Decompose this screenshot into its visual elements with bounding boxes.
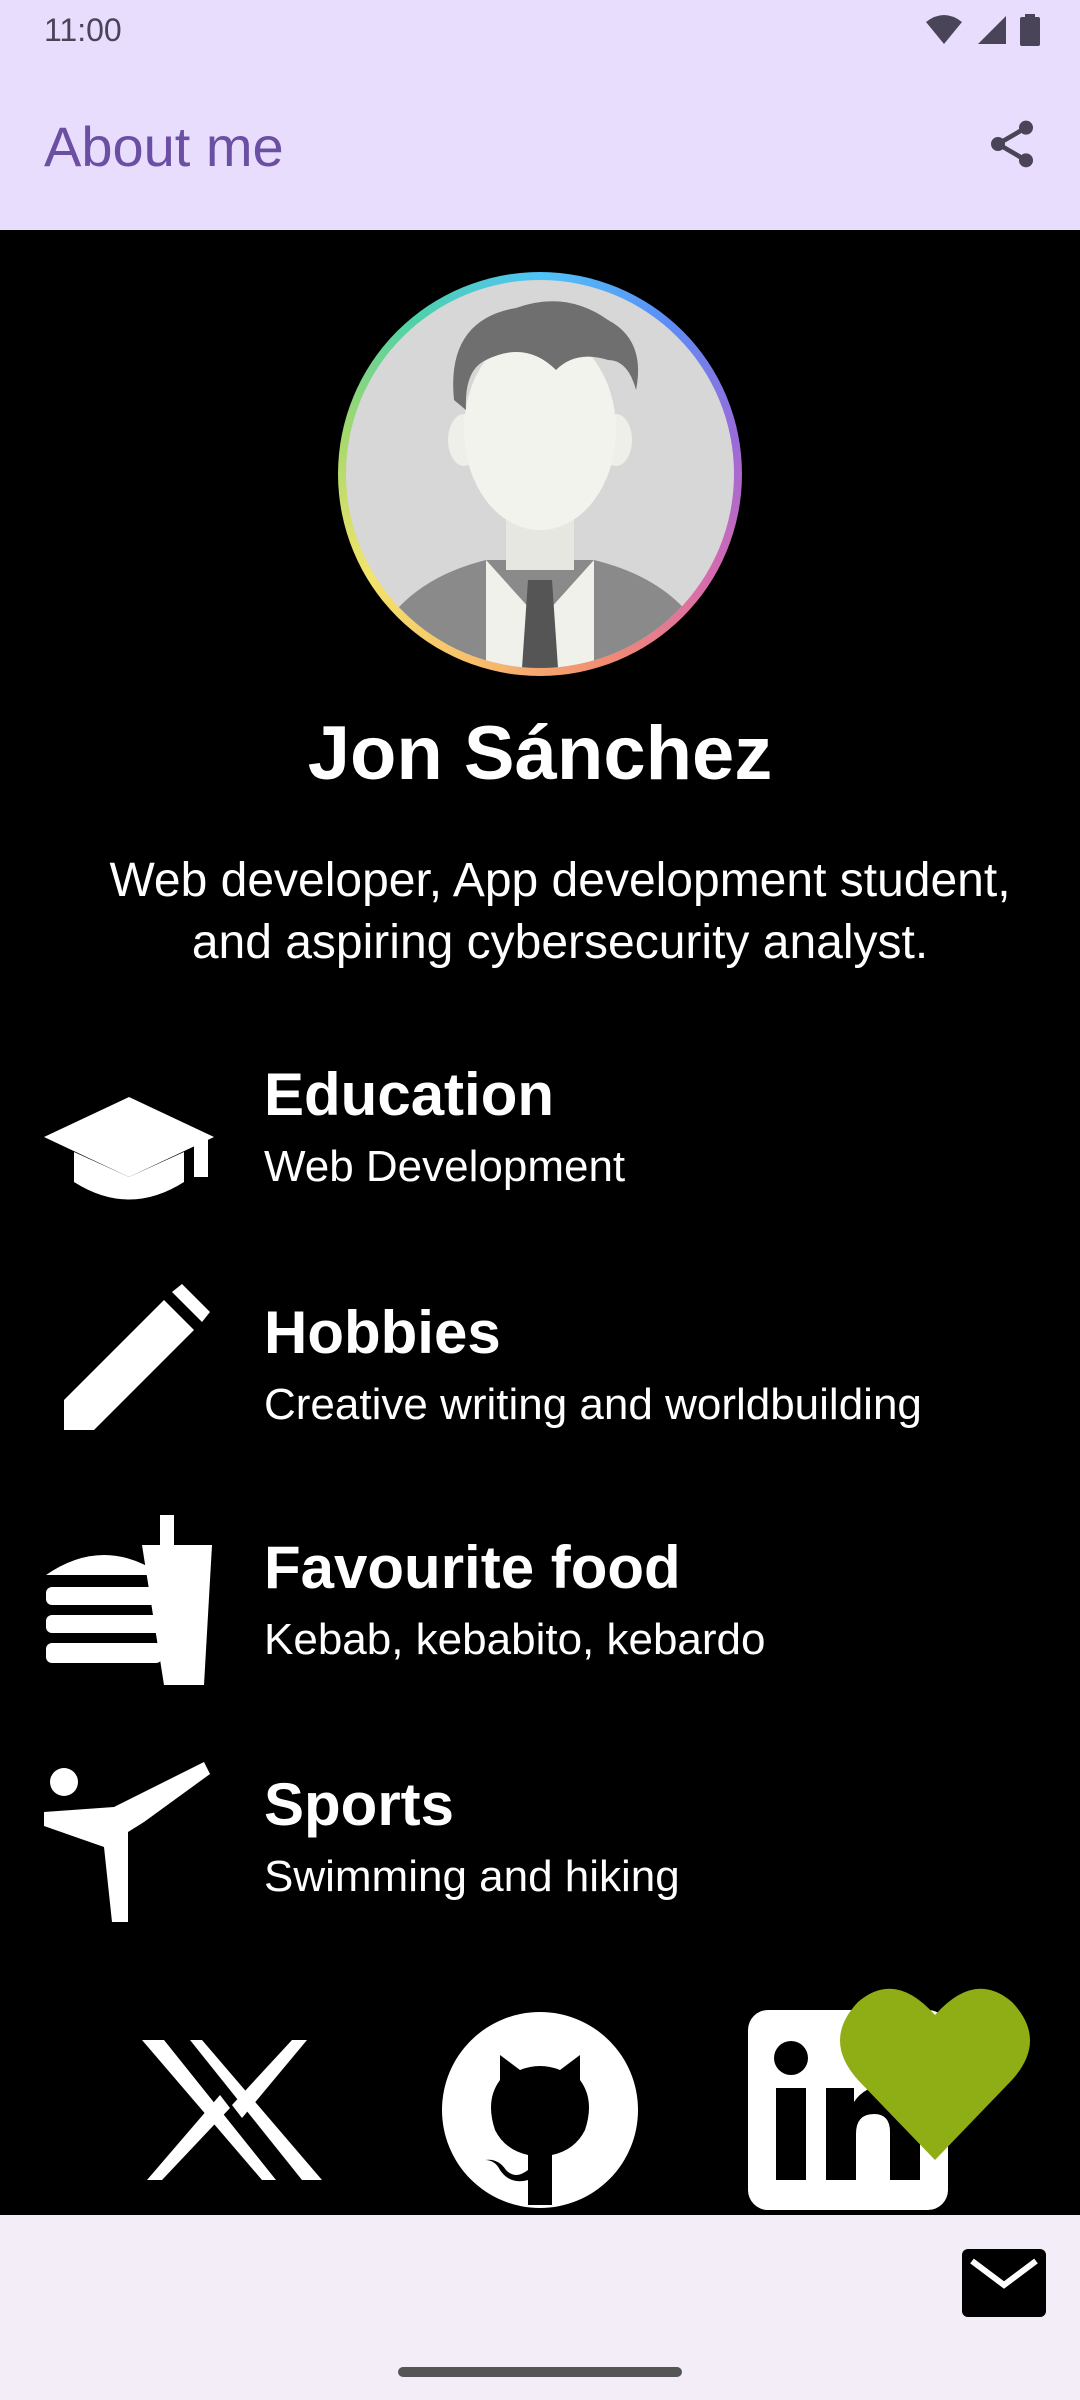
status-bar: 11:00: [0, 0, 1080, 64]
bottom-bar: [0, 2215, 1080, 2400]
info-title: Favourite food: [264, 1534, 681, 1601]
gesture-bar[interactable]: [398, 2367, 682, 2377]
x-icon[interactable]: [132, 2010, 332, 2210]
github-icon[interactable]: [440, 2010, 640, 2210]
info-row-education: Education Web Development: [0, 1042, 1080, 1222]
mail-icon[interactable]: [962, 2249, 1046, 2317]
info-title: Sports: [264, 1771, 455, 1838]
bio-line-1: Web developer, App development student,: [109, 854, 1011, 907]
avatar: [338, 272, 742, 676]
favorite-heart-icon[interactable]: [840, 1980, 1030, 2160]
info-subtitle: Kebab, kebabito, kebardo: [264, 1615, 766, 1664]
share-icon: [991, 120, 1033, 168]
app-bar: About me: [0, 64, 1080, 230]
pencil-icon: [64, 1284, 210, 1430]
profile-content: Jon Sánchez Web developer, App developme…: [0, 230, 1080, 2215]
info-subtitle: Creative writing and worldbuilding: [264, 1380, 922, 1429]
info-subtitle: Web Development: [264, 1142, 626, 1191]
info-row-hobbies: Hobbies Creative writing and worldbuildi…: [0, 1280, 1080, 1460]
info-title: Education: [264, 1061, 555, 1128]
person-silhouette-icon: [376, 301, 706, 668]
profile-name: Jon Sánchez: [307, 711, 773, 796]
battery-icon: [1020, 14, 1040, 46]
info-row-sports: Sports Swimming and hiking: [0, 1752, 1080, 1932]
graduation-cap-icon: [44, 1097, 214, 1200]
martial-arts-icon: [44, 1762, 210, 1922]
info-row-food: Favourite food Kebab, kebabito, kebardo: [0, 1515, 1080, 1695]
wifi-icon: [926, 15, 962, 44]
fastfood-icon: [46, 1515, 212, 1685]
bio-line-2: and aspiring cybersecurity analyst.: [191, 916, 929, 969]
signal-icon: [978, 16, 1006, 44]
status-icons: [924, 14, 1040, 46]
profile-bio: Web developer, App development student, …: [60, 850, 1060, 974]
avatar-image: [346, 280, 734, 668]
info-subtitle: Swimming and hiking: [264, 1852, 680, 1901]
info-title: Hobbies: [264, 1299, 501, 1366]
status-time: 11:00: [44, 12, 122, 48]
share-button[interactable]: [980, 112, 1044, 176]
page-title: About me: [44, 115, 284, 178]
